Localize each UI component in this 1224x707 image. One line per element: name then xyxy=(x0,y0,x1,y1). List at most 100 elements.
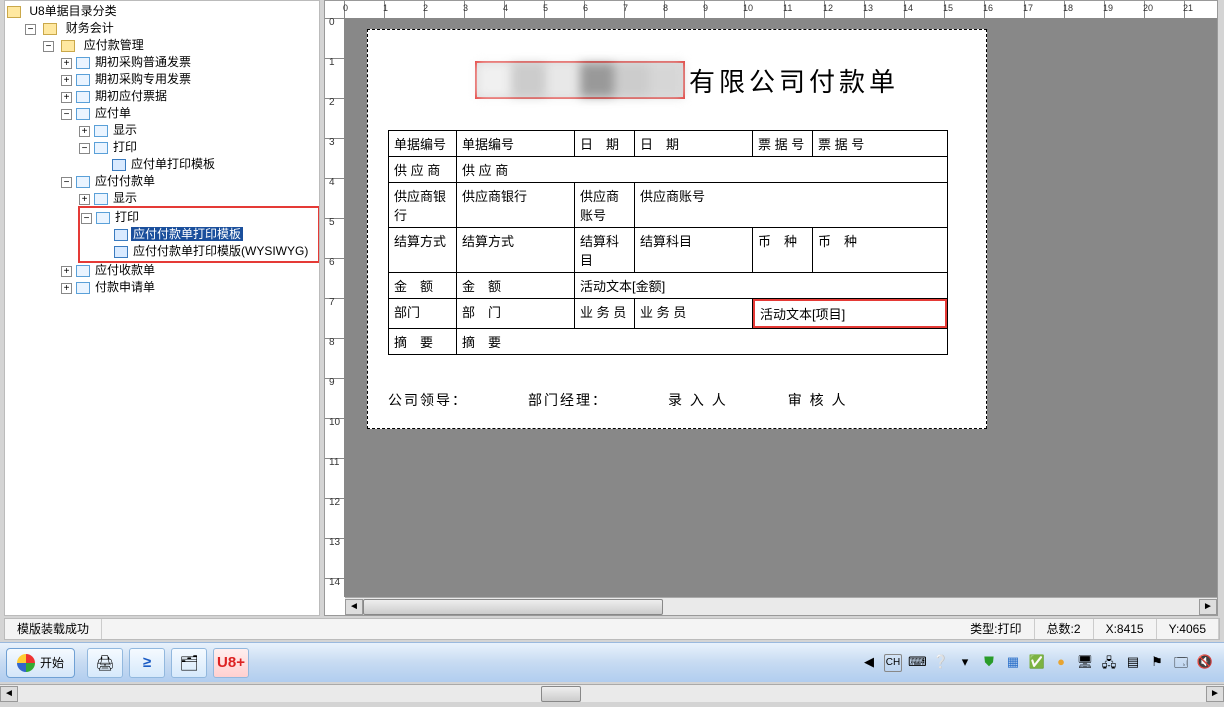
collapse-toggle[interactable]: − xyxy=(61,109,72,120)
start-label: 开始 xyxy=(40,654,64,671)
collapse-toggle[interactable]: − xyxy=(81,213,92,224)
taskbar-explorer-icon[interactable]: 🗂 xyxy=(171,648,207,678)
tray-shield-icon[interactable]: ⛊ xyxy=(980,654,998,672)
template-icon xyxy=(114,229,128,241)
footer-label[interactable]: 部门经理： xyxy=(528,390,608,410)
tree-item[interactable]: 应付收款单 xyxy=(93,263,157,277)
field-value[interactable]: 活动文本[项目] xyxy=(760,304,940,323)
field-label: 部门 xyxy=(389,299,456,324)
tray-flag-icon[interactable]: ⚑ xyxy=(1148,654,1166,672)
taskbar-u8-icon[interactable]: U8+ xyxy=(213,648,249,678)
field-value[interactable]: 活动文本[金额] xyxy=(575,273,947,298)
tree-item[interactable]: 应付单打印模板 xyxy=(129,157,217,171)
tree-item[interactable]: 应付付款单 xyxy=(93,174,157,188)
tree-item[interactable]: 财务会计 xyxy=(64,21,116,35)
scroll-right-icon[interactable]: ► xyxy=(1199,599,1217,615)
field-value[interactable]: 票 据 号 xyxy=(813,131,947,156)
scroll-thumb[interactable] xyxy=(541,686,581,702)
tray-volume-icon[interactable]: 🔇 xyxy=(1196,654,1214,672)
tree-item[interactable]: 期初采购专用发票 xyxy=(93,72,193,86)
window-horizontal-scrollbar[interactable]: ◄ ► xyxy=(0,684,1224,702)
template-icon xyxy=(112,159,126,171)
page-icon xyxy=(76,282,90,294)
footer-label[interactable]: 公司领导： xyxy=(388,390,468,410)
tree-item[interactable]: 打印 xyxy=(113,210,141,224)
form-grid[interactable]: 单据编号 单据编号 日 期 日 期 票 据 号 票 据 号 供 应 商 供 应 … xyxy=(388,130,948,355)
tree-item[interactable]: 期初采购普通发票 xyxy=(93,55,193,69)
tree-item[interactable]: 付款申请单 xyxy=(93,280,157,294)
tray-help-icon[interactable]: ❔ xyxy=(932,654,950,672)
expand-toggle[interactable]: + xyxy=(79,126,90,137)
redacted-company-name xyxy=(475,61,685,99)
collapse-toggle[interactable]: − xyxy=(79,143,90,154)
field-value[interactable]: 部 门 xyxy=(457,299,574,324)
scroll-thumb[interactable] xyxy=(363,599,663,615)
collapse-toggle[interactable]: − xyxy=(25,24,36,35)
field-value[interactable]: 供应商账号 xyxy=(635,183,947,208)
tree-item[interactable]: 应付付款单打印模版(WYSIWYG) xyxy=(131,244,310,258)
page-icon xyxy=(76,91,90,103)
page-icon xyxy=(94,142,108,154)
footer-label[interactable]: 录 入 人 xyxy=(668,390,728,410)
scroll-right-icon[interactable]: ► xyxy=(1206,686,1224,702)
expand-toggle[interactable]: + xyxy=(61,283,72,294)
field-value[interactable]: 业 务 员 xyxy=(635,299,752,324)
tray-app-icon[interactable]: ✅ xyxy=(1028,654,1046,672)
tree-root[interactable]: U8单据目录分类 xyxy=(27,4,118,18)
tray-app-icon[interactable]: ● xyxy=(1052,654,1070,672)
footer-label[interactable]: 审 核 人 xyxy=(788,390,848,410)
expand-toggle[interactable]: + xyxy=(61,92,72,103)
field-value[interactable]: 日 期 xyxy=(635,131,752,156)
expand-toggle[interactable]: + xyxy=(61,75,72,86)
expand-toggle[interactable]: + xyxy=(79,194,90,205)
collapse-toggle[interactable]: − xyxy=(61,177,72,188)
page[interactable]: 有限公司付款单 单据编号 单据编号 日 期 日 期 票 据 号 票 据 号 供 … xyxy=(367,29,987,429)
page-icon xyxy=(76,108,90,120)
field-value[interactable]: 单据编号 xyxy=(457,131,574,156)
field-value[interactable]: 摘 要 xyxy=(457,329,947,354)
system-tray: ◀ CH ⌨ ❔ ▾ ⛊ ▦ ✅ ● 🖥 🖧 ▤ ⚑ 🗔 🔇 xyxy=(860,654,1214,672)
canvas-horizontal-scrollbar[interactable]: ◄ ► xyxy=(345,597,1217,615)
tree-item[interactable]: 应付款管理 xyxy=(82,38,146,52)
tree-item[interactable]: 应付单 xyxy=(93,106,133,120)
collapse-toggle[interactable]: − xyxy=(43,41,54,52)
taskbar-printer-icon[interactable]: 🖨 xyxy=(87,648,123,678)
tray-app-icon[interactable]: 🗔 xyxy=(1172,654,1190,672)
canvas[interactable]: 有限公司付款单 单据编号 单据编号 日 期 日 期 票 据 号 票 据 号 供 … xyxy=(345,19,1217,597)
field-value[interactable]: 金 额 xyxy=(457,273,574,298)
field-label: 供应商账号 xyxy=(575,183,634,227)
field-value[interactable]: 结算方式 xyxy=(457,228,574,253)
field-value[interactable]: 供应商银行 xyxy=(457,183,574,208)
tree-item[interactable]: 显示 xyxy=(111,191,139,205)
scroll-left-icon[interactable]: ◄ xyxy=(0,686,18,702)
scroll-left-icon[interactable]: ◄ xyxy=(345,599,363,615)
tray-app-icon[interactable]: ▤ xyxy=(1124,654,1142,672)
tree-item[interactable]: 打印 xyxy=(111,140,139,154)
taskbar-powershell-icon[interactable]: ≥ xyxy=(129,648,165,678)
expand-toggle[interactable]: + xyxy=(61,266,72,277)
form-title[interactable]: 有限公司付款单 xyxy=(428,62,946,103)
field-value[interactable]: 供 应 商 xyxy=(457,157,947,182)
windows-icon xyxy=(17,654,35,672)
expand-toggle[interactable]: + xyxy=(61,58,72,69)
page-icon xyxy=(76,265,90,277)
tree-item[interactable]: 显示 xyxy=(111,123,139,137)
ruler-vertical[interactable]: 01234567891011121314 xyxy=(325,19,345,597)
tray-dropdown-icon[interactable]: ▾ xyxy=(956,654,974,672)
tree-item-selected[interactable]: 应付付款单打印模板 xyxy=(131,227,243,241)
field-value[interactable]: 结算科目 xyxy=(635,228,752,253)
tray-network-icon[interactable]: 🖧 xyxy=(1100,654,1118,672)
field-label: 摘 要 xyxy=(389,329,456,354)
field-label: 日 期 xyxy=(575,131,634,156)
tray-ime-icon[interactable]: CH xyxy=(884,654,902,672)
tray-app-icon[interactable]: 🖥 xyxy=(1076,654,1094,672)
start-button[interactable]: 开始 xyxy=(6,648,75,678)
tray-app-icon[interactable]: ▦ xyxy=(1004,654,1022,672)
ruler-horizontal[interactable]: 0123456789101112131415161718192021 xyxy=(345,1,1217,19)
field-value[interactable]: 币 种 xyxy=(813,228,947,253)
tree-item[interactable]: 期初应付票据 xyxy=(93,89,169,103)
tray-expand-icon[interactable]: ◀ xyxy=(860,654,878,672)
tray-keyboard-icon[interactable]: ⌨ xyxy=(908,654,926,672)
field-label: 票 据 号 xyxy=(753,131,812,156)
highlight-annotation: 活动文本[项目] xyxy=(753,299,947,328)
